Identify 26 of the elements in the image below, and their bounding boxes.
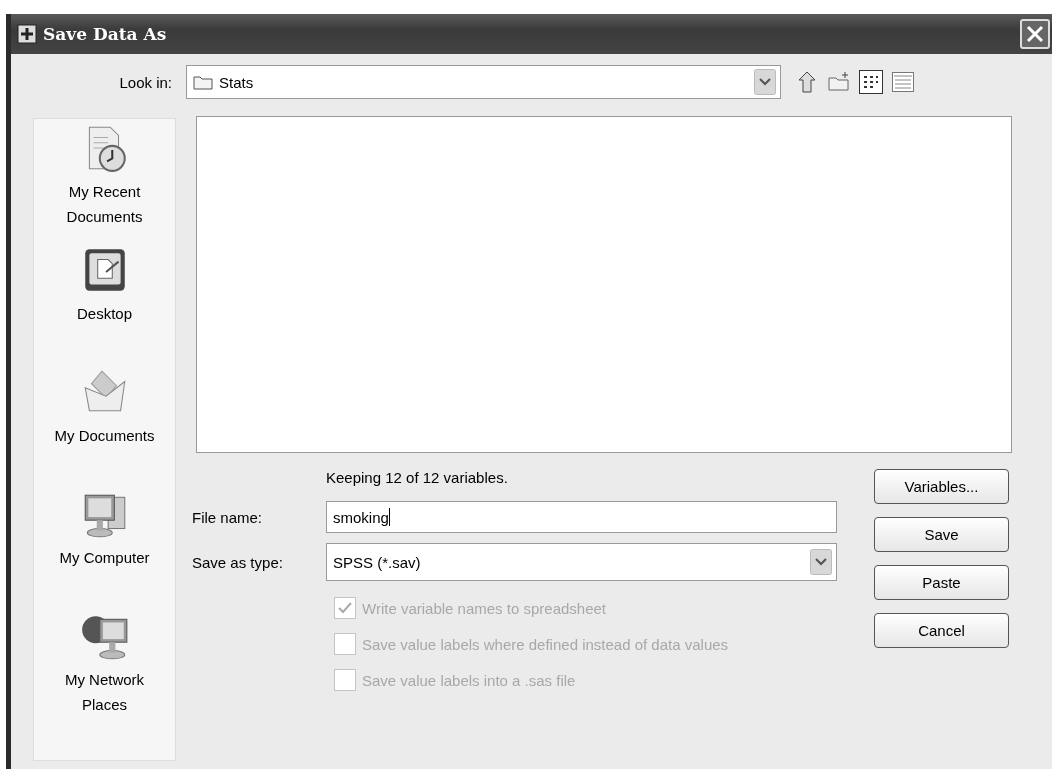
places-item[interactable]: Desktop <box>77 301 132 326</box>
look-in-label: Look in: <box>118 73 173 91</box>
file-name-field[interactable]: smoking <box>326 501 837 533</box>
places-item[interactable]: My Recent Documents <box>47 179 162 229</box>
view-menu-icon[interactable] <box>859 70 883 94</box>
file-name-label: File name: <box>192 508 264 526</box>
save-as-type-dropdown[interactable]: SPSS (*.sav) <box>326 543 837 581</box>
folder-icon <box>193 74 213 90</box>
checkbox-label: Save value labels into a .sas file <box>362 671 576 689</box>
close-button[interactable] <box>1020 19 1050 49</box>
dialog-button[interactable]: Variables... <box>874 469 1009 504</box>
checkbox-label: Write variable names to spreadsheet <box>362 599 606 617</box>
places-item[interactable]: My Documents <box>54 423 155 448</box>
app-icon <box>17 24 37 44</box>
dialog-button[interactable]: Cancel <box>874 613 1009 648</box>
dialog-button[interactable]: Save <box>874 517 1009 552</box>
look-in-dropdown[interactable]: Stats <box>186 65 781 99</box>
details-view-icon[interactable] <box>891 70 915 94</box>
checkbox-label: Save value labels where defined instead of data values <box>362 635 729 653</box>
window-title: Save Data As <box>43 24 168 44</box>
new-folder-icon[interactable] <box>827 70 851 94</box>
places-item[interactable]: My Network Places <box>47 667 162 717</box>
dialog-button[interactable]: Paste <box>874 565 1009 600</box>
save-as-type-label: Save as type: <box>192 553 284 571</box>
status-text: Keeping 12 of 12 variables. <box>326 469 509 488</box>
places-item[interactable]: My Computer <box>59 545 150 570</box>
